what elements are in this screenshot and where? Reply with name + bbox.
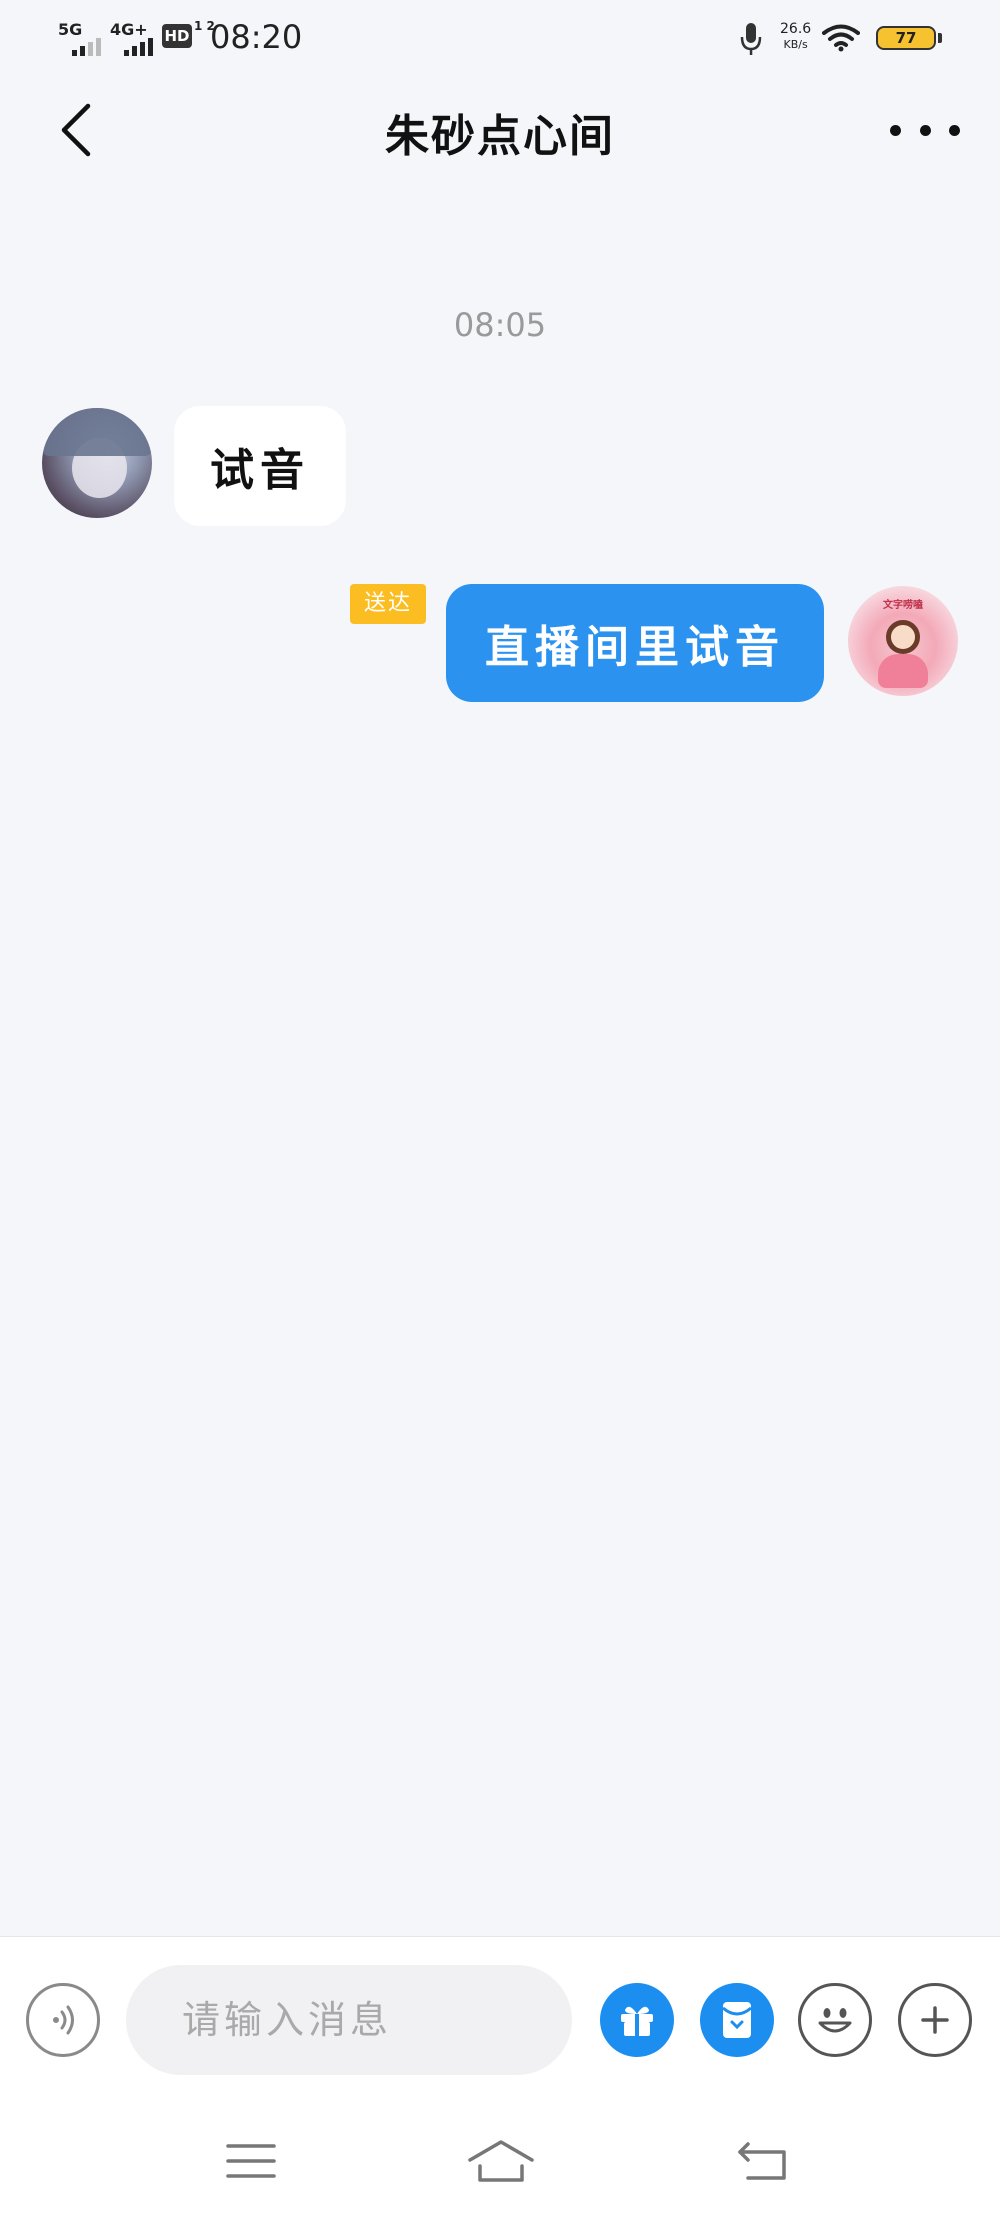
message-timestamp: 08:05 [453, 306, 547, 344]
voice-button[interactable] [26, 1983, 100, 2057]
my-avatar[interactable]: 文字唠嗑 [848, 586, 958, 696]
microphone-icon [740, 23, 762, 55]
voice-icon [53, 2005, 74, 2035]
delivered-status-badge: 送达 [350, 584, 426, 624]
message-input-bar [0, 1936, 1000, 2107]
status-bar: 5G 4G+ HD 1 2 08:20 26.6 KB/s 77 [0, 0, 1000, 80]
net-speed-unit: KB/s [783, 38, 808, 51]
message-input[interactable] [126, 1965, 572, 2075]
hd-voice-icon: HD [162, 24, 192, 48]
sim1-type: 5G [58, 20, 83, 39]
contact-avatar[interactable] [42, 408, 152, 518]
more-actions-button[interactable] [898, 1983, 972, 2057]
red-packet-icon [722, 2002, 752, 2038]
outgoing-message-bubble[interactable]: 直播间里试音 [446, 584, 824, 702]
nav-back-button[interactable] [734, 2136, 794, 2186]
gift-icon [621, 2006, 653, 2036]
battery-tip [938, 33, 942, 43]
home-button[interactable] [466, 2136, 536, 2186]
sim2-type: 4G+ [110, 20, 148, 39]
more-dots-icon [890, 124, 901, 136]
chat-header: 朱砂点心间 [0, 80, 1000, 180]
battery-icon: 77 [876, 26, 936, 50]
emoji-button[interactable] [798, 1983, 872, 2057]
wifi-icon [822, 24, 860, 52]
incoming-message-bubble[interactable]: 试音 [174, 406, 346, 526]
red-packet-button[interactable] [700, 1983, 774, 2057]
home-icon [468, 2140, 534, 2182]
status-time: 08:20 [210, 18, 303, 56]
net-speed-value: 26.6 [780, 21, 812, 37]
system-nav-bar [0, 2106, 1000, 2222]
emoji-icon [818, 2008, 852, 2033]
more-button[interactable] [890, 100, 960, 160]
battery-level: 77 [895, 29, 917, 47]
plus-icon [921, 2006, 949, 2034]
avatar-caption: 文字唠嗑 [883, 600, 923, 611]
back-icon [738, 2142, 786, 2180]
menu-button[interactable] [222, 2136, 282, 2186]
net-speed: 26.6 KB/s [780, 22, 811, 52]
page-title: 朱砂点心间 [385, 111, 615, 162]
menu-icon [226, 2144, 276, 2178]
gift-button[interactable] [600, 1983, 674, 2057]
